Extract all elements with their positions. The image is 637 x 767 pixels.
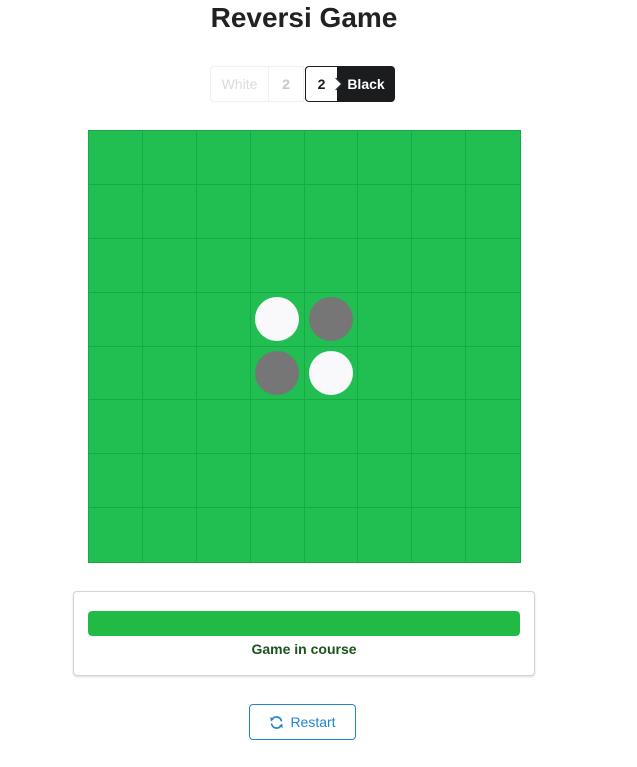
board-cell[interactable]	[304, 346, 359, 401]
black-disc	[308, 297, 353, 342]
board-cell[interactable]	[196, 454, 251, 509]
board-cell[interactable]	[89, 131, 143, 185]
board-cell[interactable]	[304, 238, 359, 293]
board-cell[interactable]	[89, 508, 143, 562]
board-cell[interactable]	[196, 184, 251, 239]
board-cell[interactable]	[358, 508, 413, 562]
progress-fill	[88, 611, 520, 636]
board-cell[interactable]	[358, 131, 413, 185]
refresh-icon	[269, 715, 284, 730]
restart-label: Restart	[290, 714, 336, 730]
board-cell[interactable]	[304, 454, 359, 509]
board-cell[interactable]	[251, 508, 305, 562]
board-cell[interactable]	[358, 454, 413, 509]
board-cell[interactable]	[197, 508, 251, 562]
board-cell[interactable]	[466, 454, 520, 509]
board-cell[interactable]	[89, 292, 143, 347]
board-cell[interactable]	[196, 346, 251, 401]
page-title: Reversi Game	[210, 2, 398, 33]
progress-bar	[88, 611, 520, 636]
board-cell[interactable]	[196, 400, 251, 455]
board-cell[interactable]	[250, 400, 305, 455]
board-cell[interactable]	[250, 238, 305, 293]
board-cell[interactable]	[412, 131, 467, 185]
board-cell[interactable]	[412, 454, 467, 509]
board-cell[interactable]	[304, 131, 359, 185]
restart-button[interactable]: Restart	[249, 704, 356, 740]
white-player-label: White	[210, 66, 268, 102]
board-cell[interactable]	[412, 346, 467, 401]
white-disc	[308, 350, 353, 395]
score-widget: White 2 2 Black	[210, 66, 395, 102]
white-disc	[255, 297, 300, 342]
board-cell[interactable]	[142, 184, 197, 239]
board-cell[interactable]	[304, 184, 359, 239]
black-player-label: Black	[337, 66, 395, 102]
board-cell[interactable]	[250, 184, 305, 239]
board-cell[interactable]	[196, 292, 251, 347]
board-cell[interactable]	[196, 238, 251, 293]
board-cell[interactable]	[304, 292, 359, 347]
board-cell[interactable]	[89, 184, 143, 239]
board-cell[interactable]	[142, 400, 197, 455]
board-cell[interactable]	[142, 454, 197, 509]
board-cell[interactable]	[412, 238, 467, 293]
board-cell[interactable]	[89, 238, 143, 293]
board-cell[interactable]	[466, 293, 520, 347]
board-cell[interactable]	[412, 292, 467, 347]
board-cell[interactable]	[250, 131, 305, 185]
board-cell[interactable]	[250, 346, 305, 401]
status-label: Game in course	[251, 641, 357, 657]
status-panel: Game in course	[73, 591, 535, 676]
board-cell[interactable]	[250, 454, 305, 509]
black-disc	[255, 350, 300, 395]
board-cell[interactable]	[142, 131, 197, 185]
board-cell[interactable]	[412, 508, 467, 562]
board-cell[interactable]	[142, 346, 197, 401]
board-cell[interactable]	[250, 292, 305, 347]
board-cell[interactable]	[358, 184, 413, 239]
board-cell[interactable]	[304, 400, 359, 455]
board-cell[interactable]	[142, 292, 197, 347]
board-cell[interactable]	[466, 347, 520, 401]
board-cell[interactable]	[412, 184, 467, 239]
board-cell[interactable]	[142, 238, 197, 293]
board-cell[interactable]	[466, 185, 520, 239]
board-cell[interactable]	[305, 508, 359, 562]
board-cell[interactable]	[358, 346, 413, 401]
board-cell[interactable]	[412, 400, 467, 455]
board-cell[interactable]	[358, 238, 413, 293]
board-cell[interactable]	[89, 346, 143, 401]
board-cell[interactable]	[143, 508, 197, 562]
game-board	[88, 130, 521, 563]
board-cell[interactable]	[358, 400, 413, 455]
board-cell[interactable]	[466, 400, 520, 455]
white-score-count: 2	[268, 66, 304, 102]
board-cell[interactable]	[466, 508, 520, 562]
board-cell[interactable]	[466, 131, 520, 185]
board-cell[interactable]	[89, 400, 143, 455]
board-cell[interactable]	[358, 292, 413, 347]
board-cell[interactable]	[89, 454, 143, 509]
board-cell[interactable]	[466, 239, 520, 293]
board-cell[interactable]	[196, 131, 251, 185]
